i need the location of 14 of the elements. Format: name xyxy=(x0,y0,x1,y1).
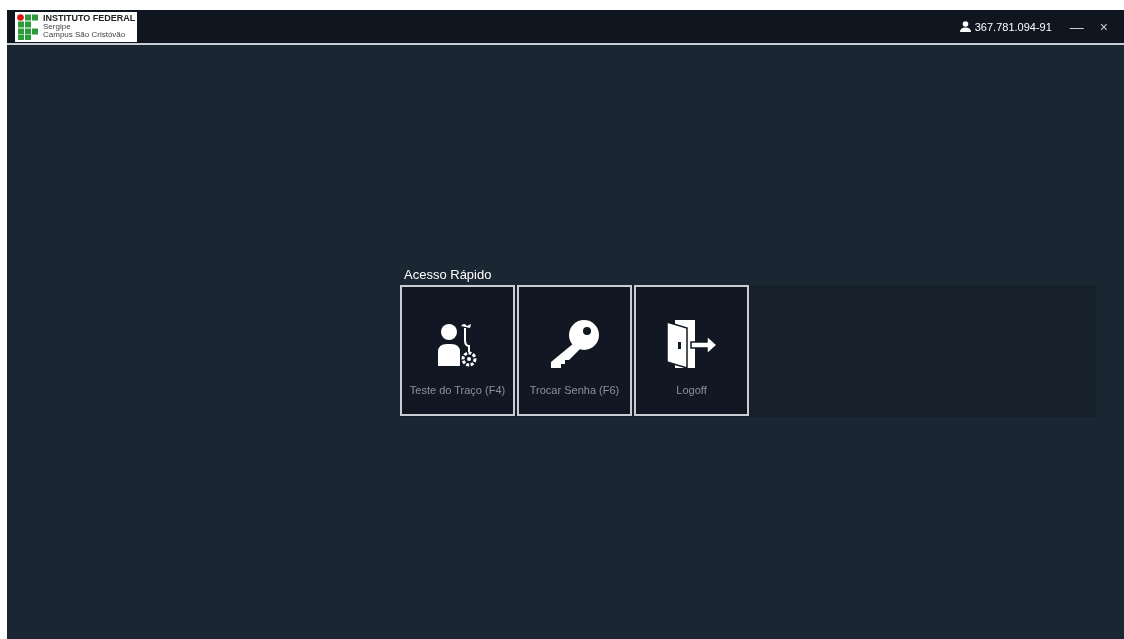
close-button[interactable]: × xyxy=(1091,18,1116,35)
shortcut-tile[interactable]: Teste do Traço (F4) xyxy=(400,285,515,416)
logo-icon xyxy=(17,13,39,40)
section-title: Acesso Rápido xyxy=(404,267,493,282)
user-id: 367.781.094-91 xyxy=(974,20,1052,33)
minimize-button[interactable]: — xyxy=(1061,18,1092,35)
logo-subtitle: Sergipe xyxy=(43,23,71,31)
shortcut-tile[interactable]: Logoff xyxy=(634,285,749,416)
key-icon xyxy=(548,318,601,370)
logo-title: INSTITUTO FEDERAL xyxy=(43,14,136,23)
door-exit-icon xyxy=(664,318,719,370)
logo-campus: Campus São Cristóvão xyxy=(43,31,127,39)
user-icon xyxy=(959,21,971,32)
shortcut-tile[interactable]: Trocar Senha (F6) xyxy=(517,285,632,416)
